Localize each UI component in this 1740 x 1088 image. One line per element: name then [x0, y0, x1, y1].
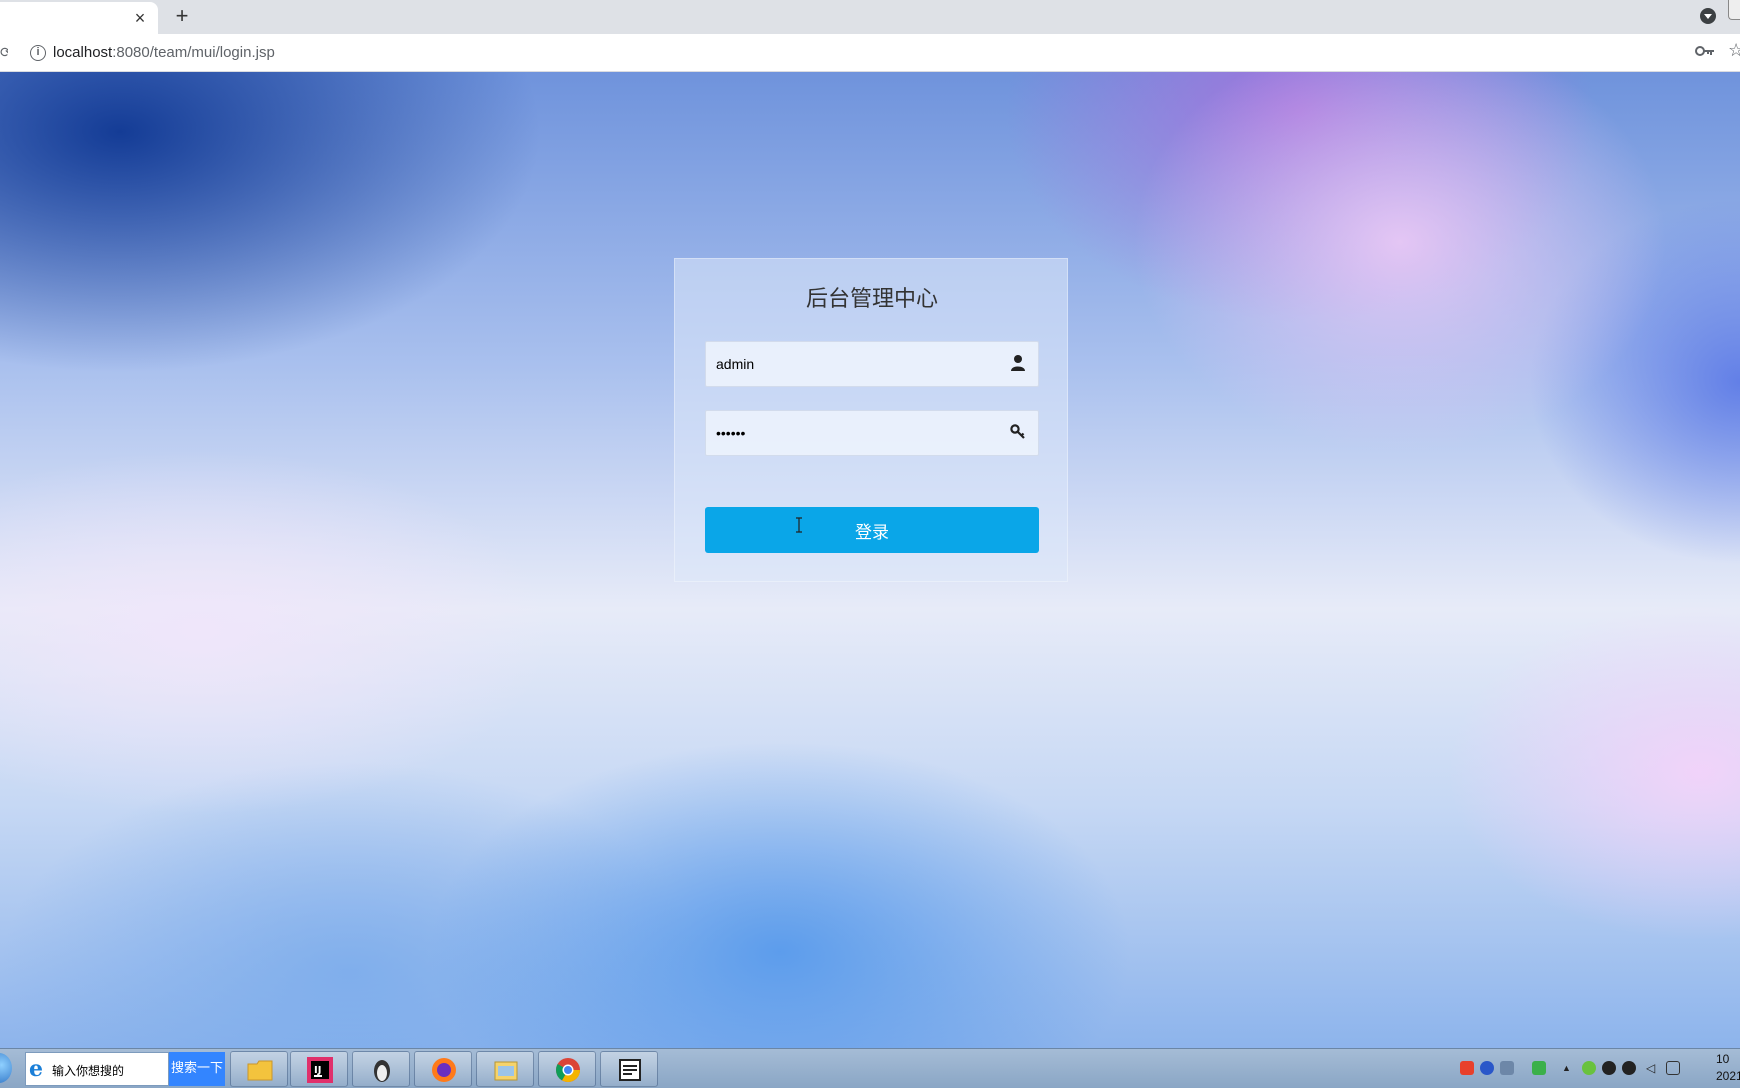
password-field[interactable] [705, 410, 1039, 456]
taskbar-app-firefox[interactable] [414, 1051, 472, 1087]
tray-small-icon[interactable] [1500, 1061, 1514, 1075]
chrome-icon [556, 1058, 580, 1083]
file-explorer-icon [494, 1061, 518, 1081]
taskbar: e 输入你想搜的 搜索一下 IJ ▲ ◁ 10 2021 [0, 1048, 1740, 1088]
browser-toolbar: ⟳ i localhost:8080/team/mui/login.jsp [0, 34, 1740, 72]
taskbar-app-penguin[interactable] [352, 1051, 410, 1087]
battery-icon[interactable] [1532, 1061, 1546, 1075]
url-text[interactable]: localhost:8080/team/mui/login.jsp [53, 44, 275, 61]
text-cursor-icon [796, 517, 802, 533]
tab-close-icon[interactable]: × [130, 8, 150, 28]
new-tab-icon[interactable]: + [170, 4, 194, 28]
username-input[interactable] [706, 342, 1038, 386]
bookmark-star-icon[interactable]: ☆ [1728, 40, 1740, 60]
clock-time: 10 [1716, 1052, 1730, 1066]
user-icon [1011, 355, 1025, 371]
sogou-icon[interactable] [1460, 1061, 1474, 1075]
taskbar-app-chrome[interactable] [538, 1051, 596, 1087]
site-info-icon[interactable]: i [30, 45, 46, 61]
tab-search-icon[interactable] [1700, 8, 1716, 24]
login-title: 后台管理中心 [805, 287, 938, 312]
qq-icon-2[interactable] [1622, 1061, 1636, 1075]
key-icon [1010, 424, 1025, 439]
username-field[interactable] [705, 341, 1039, 387]
ie-icon: e [29, 1056, 43, 1082]
tray-expand-icon[interactable]: ▲ [1562, 1061, 1576, 1075]
browser-tab-strip: × + [0, 0, 1740, 34]
tool-icon [619, 1059, 641, 1081]
system-tray: ▲ ◁ [1440, 1049, 1740, 1088]
penguin-icon [374, 1060, 390, 1082]
folder-icon [247, 1060, 273, 1081]
login-page: 后台管理中心 登录 [0, 72, 1740, 1048]
taskbar-app-folder[interactable] [230, 1051, 288, 1087]
start-button[interactable] [0, 1053, 12, 1083]
browser-tab[interactable]: × [0, 2, 158, 34]
svg-text:IJ: IJ [314, 1065, 321, 1076]
password-key-icon[interactable] [1695, 44, 1715, 58]
taskbar-app-intellij[interactable]: IJ [290, 1051, 348, 1087]
url-path: :8080/team/mui/login.jsp [112, 44, 275, 61]
address-bar[interactable]: i localhost:8080/team/mui/login.jsp [22, 38, 1702, 68]
password-input[interactable] [706, 411, 1038, 455]
taskbar-search-button[interactable]: 搜索一下 [169, 1052, 225, 1086]
window-edge [1728, 0, 1740, 20]
login-button[interactable]: 登录 [705, 507, 1039, 553]
network-icon[interactable] [1666, 1061, 1680, 1075]
taskbar-search-box[interactable]: e 输入你想搜的 [25, 1052, 169, 1086]
taskbar-search-input[interactable]: 输入你想搜的 [52, 1062, 124, 1079]
help-icon[interactable] [1480, 1061, 1494, 1075]
volume-icon[interactable]: ◁ [1646, 1061, 1660, 1075]
url-host: localhost [53, 44, 113, 61]
login-panel: 后台管理中心 登录 [674, 258, 1068, 582]
qq-icon[interactable] [1602, 1061, 1616, 1075]
taskbar-app-explorer[interactable] [476, 1051, 534, 1087]
taskbar-clock[interactable]: 10 2021 [1716, 1051, 1740, 1085]
taskbar-app-tool[interactable] [600, 1051, 658, 1087]
intellij-icon: IJ [307, 1057, 333, 1083]
security-icon[interactable] [1582, 1061, 1596, 1075]
reload-icon[interactable]: ⟳ [0, 43, 8, 61]
clock-date: 2021 [1716, 1069, 1740, 1083]
firefox-icon [432, 1058, 456, 1082]
